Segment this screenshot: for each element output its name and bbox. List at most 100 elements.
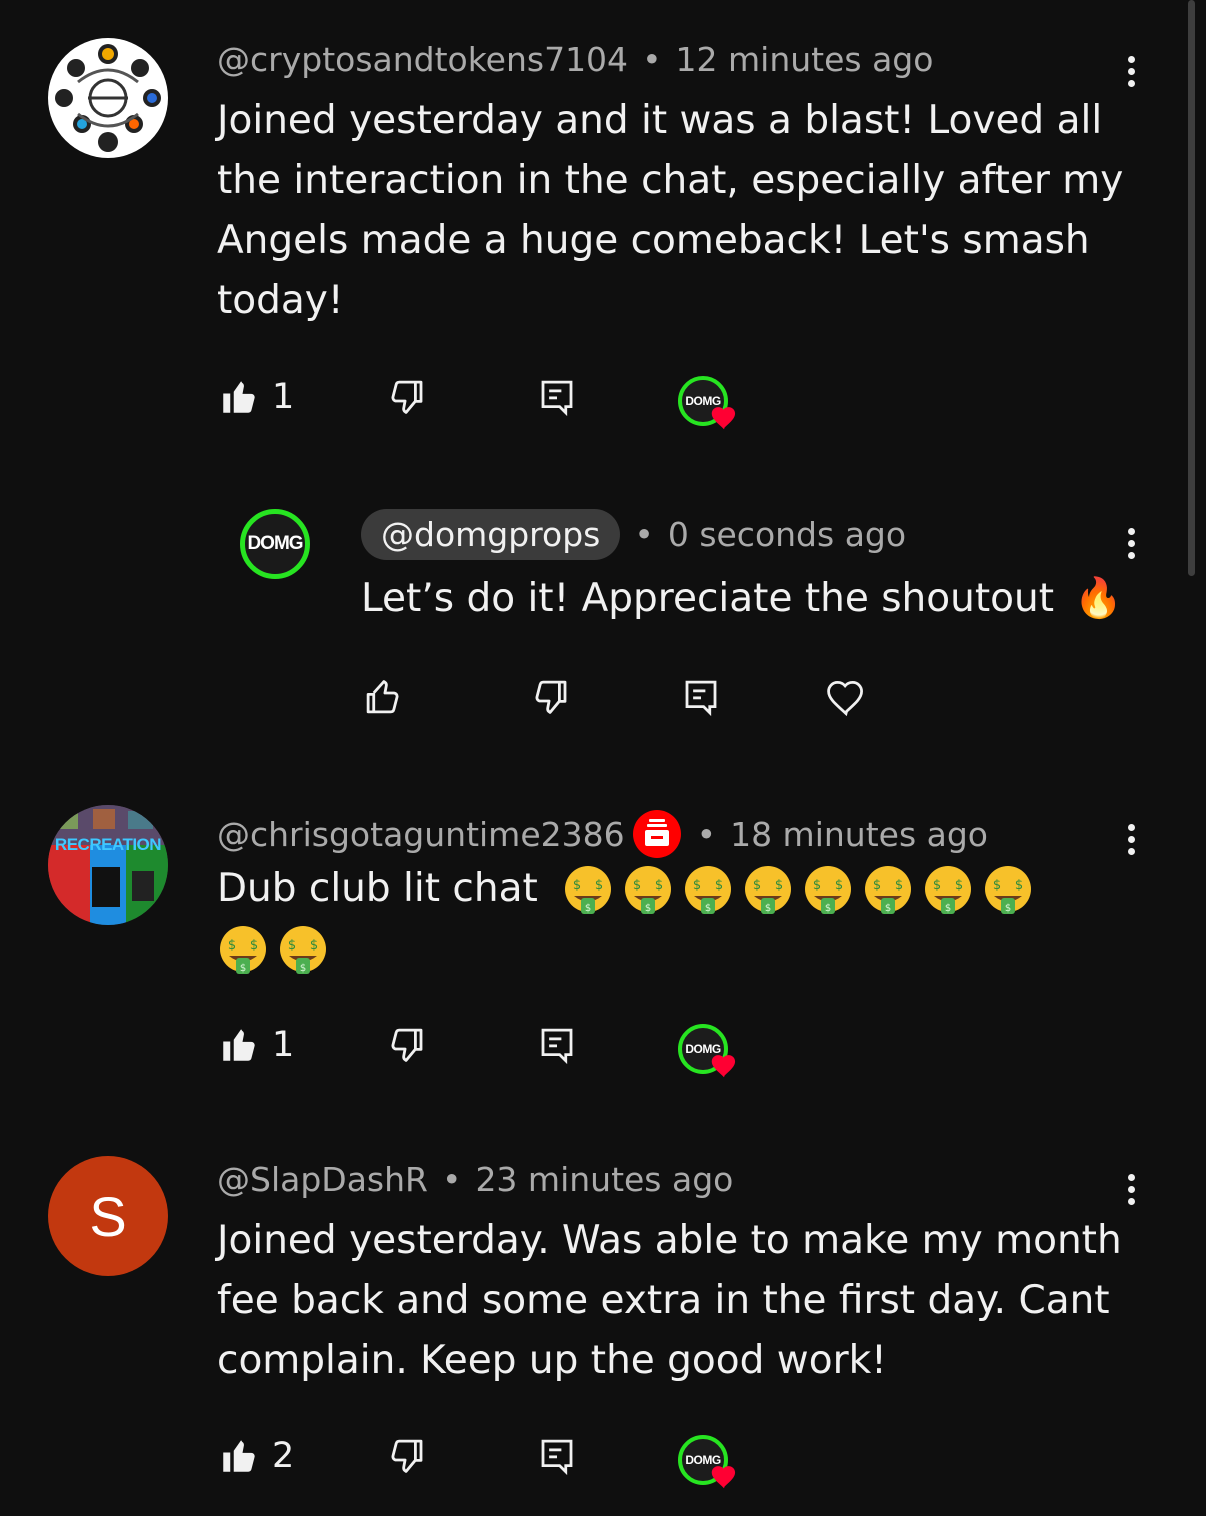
- heart-button[interactable]: [824, 676, 868, 720]
- svg-text:$: $: [240, 963, 246, 974]
- money-mouth-emoji: $ $ $: [805, 865, 852, 914]
- comment-time: 12 minutes ago: [675, 40, 934, 79]
- thumbs-up-filled-icon: [223, 1029, 255, 1061]
- svg-text:$: $: [585, 903, 591, 914]
- reply-icon: [541, 1439, 573, 1476]
- thumbs-down-icon: [391, 1028, 423, 1062]
- svg-text:$: $: [573, 878, 581, 893]
- comment-handle[interactable]: @domgprops: [361, 509, 621, 560]
- more-options-icon[interactable]: [1121, 1174, 1141, 1214]
- svg-text:$: $: [993, 878, 1001, 893]
- svg-text:$: $: [705, 903, 711, 914]
- money-mouth-emoji: $ $ $: [280, 925, 326, 974]
- comment-text-body: Dub club lit chat: [217, 866, 538, 911]
- svg-text:$: $: [300, 963, 306, 974]
- like-button[interactable]: 1: [218, 1024, 294, 1066]
- like-button[interactable]: 1: [218, 376, 294, 418]
- comment-text: Joined yesterday. Was able to make my mo…: [217, 1218, 1122, 1383]
- svg-text:$: $: [595, 878, 603, 893]
- fire-emoji: 🔥: [1074, 576, 1123, 621]
- comment-handle[interactable]: @cryptosandtokens7104: [217, 40, 628, 79]
- thumbs-down-icon: [391, 1439, 423, 1473]
- reply-icon: [685, 680, 717, 717]
- heart-icon: [711, 1466, 736, 1489]
- svg-text:$: $: [813, 878, 821, 893]
- avatar[interactable]: DOMG: [240, 509, 310, 579]
- comment-meta: @chrisgotaguntime2386 • 18 minutes ago: [217, 808, 988, 860]
- svg-text:$: $: [873, 878, 881, 893]
- scrollbar[interactable]: [1188, 0, 1195, 576]
- creator-heart: DOMG: [678, 1024, 738, 1084]
- svg-text:$: $: [775, 878, 783, 893]
- heart-icon: [711, 1055, 736, 1078]
- avatar-label: DOMG: [247, 533, 303, 554]
- like-count: 1: [272, 377, 295, 417]
- svg-text:$: $: [288, 938, 296, 953]
- comment-time: 23 minutes ago: [475, 1160, 734, 1199]
- svg-text:$: $: [895, 878, 903, 893]
- comment-time: 0 seconds ago: [667, 515, 907, 554]
- comment-handle[interactable]: @SlapDashR: [217, 1160, 428, 1199]
- member-badge-icon: [632, 810, 681, 858]
- reply-button[interactable]: [680, 676, 722, 718]
- reply-button[interactable]: [536, 1024, 578, 1066]
- more-options-icon[interactable]: [1121, 528, 1141, 568]
- heart-outline-icon: [827, 681, 863, 717]
- svg-text:$: $: [885, 903, 891, 914]
- money-mouth-emoji: $ $ $: [685, 865, 732, 914]
- crypto-coins-logo-icon: [50, 40, 166, 156]
- avatar[interactable]: RECREATION: [48, 805, 168, 925]
- comment-meta: @cryptosandtokens7104 • 12 minutes ago: [217, 40, 933, 79]
- svg-text:$: $: [693, 878, 701, 893]
- reply-button[interactable]: [536, 376, 578, 418]
- svg-text:$: $: [633, 878, 641, 893]
- svg-text:$: $: [228, 938, 236, 953]
- reply-icon: [541, 380, 573, 417]
- dislike-button[interactable]: [386, 1435, 428, 1477]
- svg-text:$: $: [945, 903, 951, 914]
- separator-dot: •: [634, 515, 654, 554]
- thumbs-up-filled-icon: [223, 381, 255, 413]
- money-mouth-emoji: $ $ $: [565, 865, 612, 914]
- svg-text:$: $: [753, 878, 761, 893]
- dislike-button[interactable]: [530, 676, 572, 718]
- money-mouth-emoji: $ $ $: [865, 865, 912, 914]
- comment-meta: @domgprops • 0 seconds ago: [361, 509, 906, 560]
- thumbs-up-icon: [366, 680, 399, 714]
- heart-icon: [711, 407, 736, 430]
- svg-text:$: $: [645, 903, 651, 914]
- avatar-letter: S: [89, 1184, 127, 1248]
- svg-text:$: $: [933, 878, 941, 893]
- avatar[interactable]: [48, 38, 168, 158]
- avatar-label: RECREATION: [54, 835, 162, 854]
- avatar[interactable]: S: [48, 1156, 168, 1276]
- like-count: 1: [272, 1025, 295, 1065]
- like-button[interactable]: [362, 676, 404, 718]
- separator-dot: •: [696, 814, 717, 854]
- comment-meta: @SlapDashR • 23 minutes ago: [217, 1160, 733, 1199]
- gaming-consoles-avatar-icon: [48, 805, 168, 925]
- separator-dot: •: [642, 40, 662, 79]
- reply-button[interactable]: [536, 1435, 578, 1477]
- thumbs-down-icon: [391, 380, 423, 414]
- money-mouth-emoji: $ $ $: [985, 865, 1032, 914]
- money-mouth-emoji: $ $ $: [925, 865, 972, 914]
- comment-text: Joined yesterday and it was a blast! Lov…: [217, 98, 1124, 323]
- like-count: 2: [272, 1436, 295, 1476]
- svg-text:$: $: [1005, 903, 1011, 914]
- dislike-button[interactable]: [386, 1024, 428, 1066]
- svg-text:$: $: [655, 878, 663, 893]
- like-button[interactable]: 2: [218, 1435, 294, 1477]
- more-options-icon[interactable]: [1121, 824, 1141, 864]
- comment-handle[interactable]: @chrisgotaguntime2386: [217, 815, 625, 854]
- dislike-button[interactable]: [386, 376, 428, 418]
- creator-heart: DOMG: [678, 376, 738, 436]
- thumbs-down-icon: [535, 680, 567, 714]
- comment-time: 18 minutes ago: [730, 814, 988, 854]
- comment-text: Dub club lit chat $ $ $ $ $ $ $ $ $ $ $ $ $ $ $ $ $ $ $ $ $ $…: [217, 859, 1097, 979]
- more-options-icon[interactable]: [1121, 56, 1141, 96]
- svg-text:$: $: [1015, 878, 1023, 893]
- comment-text-body: Let’s do it! Appreciate the shoutout: [361, 576, 1055, 621]
- svg-text:$: $: [310, 938, 318, 953]
- money-mouth-emoji: $ $ $: [625, 865, 672, 914]
